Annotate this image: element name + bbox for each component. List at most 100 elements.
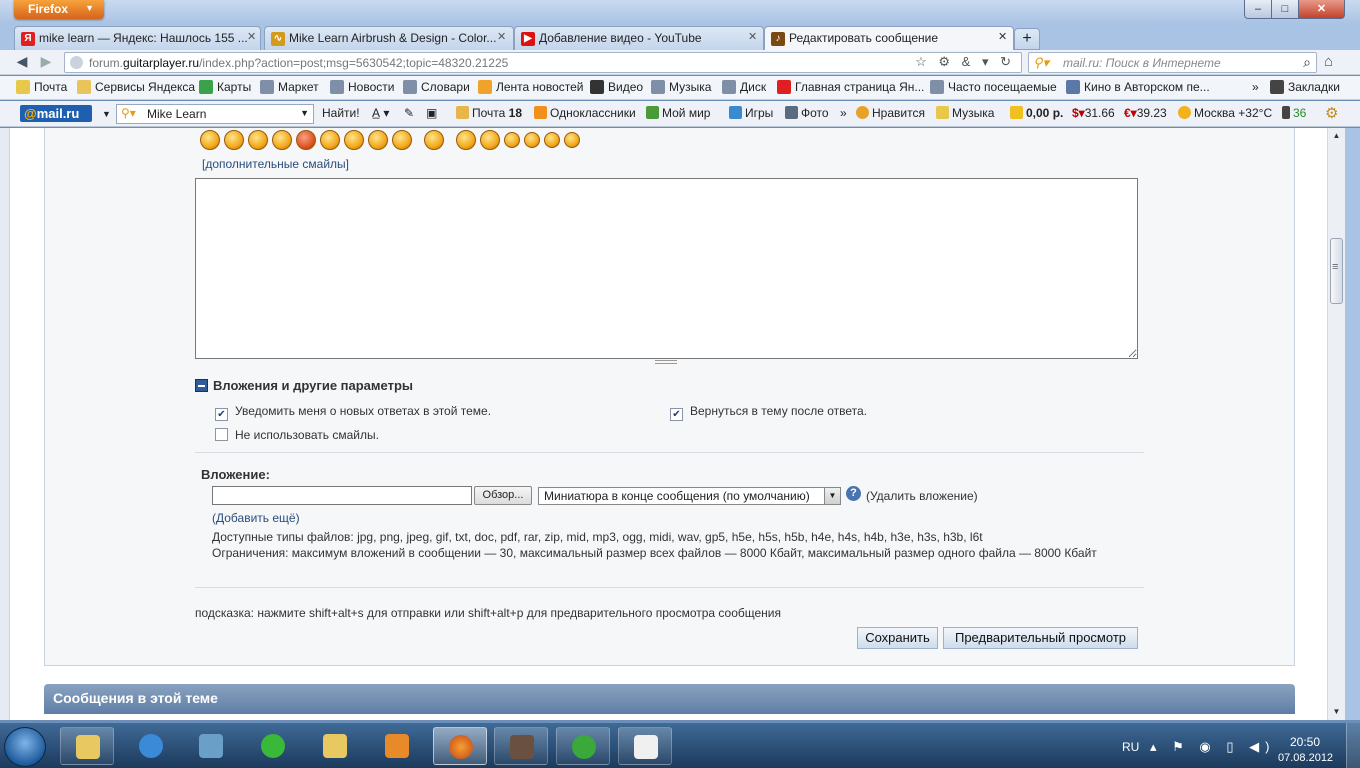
eur-rate[interactable]: €▾39.23	[1124, 106, 1167, 120]
firefox-menu-button[interactable]: Firefox ▼	[14, 0, 104, 19]
mailru-logo[interactable]: @mail.ru	[20, 105, 92, 122]
smiley-icon[interactable]	[248, 130, 268, 150]
collapse-icon[interactable]	[195, 379, 208, 392]
bookmark-item[interactable]: Видео	[590, 80, 643, 94]
bookmarks-overflow-button[interactable]: »	[1252, 80, 1259, 94]
balance-button[interactable]: 0,00 р.	[1010, 106, 1063, 120]
smiley-icon[interactable]	[564, 132, 580, 148]
bookmark-item[interactable]: Словари	[403, 80, 470, 94]
smiley-icon[interactable]	[392, 130, 412, 150]
smiley-icon[interactable]	[272, 130, 292, 150]
smiley-icon[interactable]	[344, 130, 364, 150]
bookmarks-menu-button[interactable]: Закладки	[1270, 80, 1340, 94]
chevron-down-icon[interactable]: ▼	[102, 109, 111, 119]
more-smileys-link[interactable]: [дополнительные смайлы]	[202, 157, 349, 171]
utorrent-taskbar-button[interactable]	[556, 727, 610, 765]
folder-taskbar-button[interactable]	[308, 727, 362, 765]
url-bar-icons[interactable]: ☆ ⚙ & ▾ ↻	[915, 54, 1015, 70]
close-icon[interactable]: ✕	[748, 30, 757, 43]
image-app-taskbar-button[interactable]	[494, 727, 548, 765]
nosmiley-checkbox-row[interactable]: Не использовать смайлы.	[215, 428, 379, 442]
bookmark-item[interactable]: Карты	[199, 80, 251, 94]
preview-button[interactable]: Предварительный просмотр	[943, 627, 1138, 649]
return-checkbox-row[interactable]: ✔ Вернуться в тему после ответа.	[670, 404, 867, 421]
search-bar[interactable]: ⚲▾ mail.ru: Поиск в Интернете ⌕	[1028, 52, 1317, 73]
remove-attachment-link[interactable]: (Удалить вложение)	[866, 489, 978, 503]
notify-checkbox-row[interactable]: ✔ Уведомить меня о новых ответах в этой т…	[215, 404, 491, 421]
bookmark-item[interactable]: Новости	[330, 80, 394, 94]
save-button[interactable]: Сохранить	[857, 627, 938, 649]
scroll-up-arrow-icon[interactable]: ▲	[1328, 128, 1345, 144]
flower-app-taskbar-button[interactable]	[246, 727, 300, 765]
bookmark-item[interactable]: Кино в Авторском пе...	[1066, 80, 1210, 94]
textarea-resize-handle[interactable]	[195, 359, 1138, 365]
photo-button[interactable]: Фото	[785, 106, 829, 120]
bookmark-item[interactable]: Главная страница Ян...	[777, 80, 924, 94]
traffic-button[interactable]: 36	[1282, 106, 1306, 120]
show-desktop-button[interactable]	[1346, 723, 1360, 768]
forward-arrow-icon[interactable]: ▶	[36, 53, 56, 71]
notify-checkbox[interactable]: ✔	[215, 408, 228, 421]
scroll-down-arrow-icon[interactable]: ▼	[1328, 704, 1345, 720]
smiley-icon[interactable]	[368, 130, 388, 150]
gear-icon[interactable]: ⚙	[1325, 104, 1338, 122]
new-tab-button[interactable]: +	[1014, 28, 1040, 50]
smiley-icon[interactable]	[456, 130, 476, 150]
bookmark-item[interactable]: Почта	[16, 80, 67, 94]
search-icon[interactable]: ⌕	[1303, 54, 1311, 71]
smiley-icon[interactable]	[200, 130, 220, 150]
mailbar-overflow-button[interactable]: »	[840, 106, 847, 120]
tab-mike-learn-airbrush[interactable]: ∿ Mike Learn Airbrush & Design - Color..…	[264, 26, 514, 50]
clock-time[interactable]: 20:50	[1290, 735, 1320, 749]
likes-button[interactable]: Нравится	[856, 106, 925, 120]
minimize-button[interactable]: –	[1244, 0, 1272, 19]
bookmark-item[interactable]: Сервисы Яндекса	[77, 80, 195, 94]
smiley-icon[interactable]	[296, 130, 316, 150]
mail-button[interactable]: Почта 18	[456, 106, 522, 120]
odnoklassniki-button[interactable]: Одноклассники	[534, 106, 636, 120]
bookmark-item[interactable]: Часто посещаемые	[930, 80, 1057, 94]
smiley-icon[interactable]	[480, 130, 500, 150]
scrollbar-thumb[interactable]	[1330, 238, 1343, 304]
message-textarea[interactable]	[195, 178, 1138, 359]
bookmark-item[interactable]: Лента новостей	[478, 80, 584, 94]
return-checkbox[interactable]: ✔	[670, 408, 683, 421]
language-indicator[interactable]: RU	[1122, 740, 1139, 754]
home-icon[interactable]: ⌂	[1324, 53, 1333, 70]
bookmark-item[interactable]: Диск	[722, 80, 766, 94]
tab-yandex-search[interactable]: Я mike learn — Яндекс: Нашлось 155 ...	[14, 26, 261, 50]
smiley-icon[interactable]	[504, 132, 520, 148]
smiley-icon[interactable]	[224, 130, 244, 150]
url-bar[interactable]: forum.guitarplayer.ru/index.php?action=p…	[64, 52, 1022, 73]
smiley-icon[interactable]	[524, 132, 540, 148]
close-icon[interactable]: ✕	[998, 30, 1007, 43]
browse-button[interactable]: Обзор...	[474, 486, 532, 505]
help-icon[interactable]: ?	[846, 486, 861, 501]
smiley-icon[interactable]	[424, 130, 444, 150]
chevron-down-icon[interactable]: ▼	[824, 488, 840, 504]
system-tray-icons[interactable]: ▴ ⚑ ◉ ▯ ◀)	[1150, 739, 1275, 755]
smiley-icon[interactable]	[544, 132, 560, 148]
font-size-icon[interactable]: A̲ ▾	[372, 106, 389, 120]
ie-taskbar-button[interactable]	[124, 727, 178, 765]
close-icon[interactable]: ✕	[247, 30, 256, 43]
attachments-section-toggle[interactable]: Вложения и другие параметры	[195, 378, 413, 393]
highlighter-icon[interactable]: ✎	[404, 106, 414, 120]
weather-button[interactable]: Москва +32°C	[1178, 106, 1272, 120]
bookmark-item[interactable]: Музыка	[651, 80, 711, 94]
firefox-taskbar-button[interactable]	[433, 727, 487, 765]
chevron-down-icon[interactable]: ▼	[300, 108, 309, 118]
music-button[interactable]: Музыка	[936, 106, 994, 120]
attachment-file-input[interactable]	[212, 486, 472, 505]
notepad-taskbar-button[interactable]	[618, 727, 672, 765]
close-window-button[interactable]: ✕	[1298, 0, 1345, 19]
media-player-taskbar-button[interactable]	[370, 727, 424, 765]
usd-rate[interactable]: $▾31.66	[1072, 106, 1115, 120]
page-icon[interactable]: ▣	[426, 106, 437, 120]
clock-date[interactable]: 07.08.2012	[1278, 752, 1333, 764]
my-world-button[interactable]: Мой мир	[646, 106, 710, 120]
back-arrow-icon[interactable]: ◀	[12, 53, 32, 71]
vertical-scrollbar[interactable]: ▲ ▼	[1327, 128, 1345, 720]
tab-edit-message[interactable]: ♪ Редактировать сообщение	[764, 26, 1014, 51]
find-button[interactable]: Найти!	[322, 106, 360, 120]
